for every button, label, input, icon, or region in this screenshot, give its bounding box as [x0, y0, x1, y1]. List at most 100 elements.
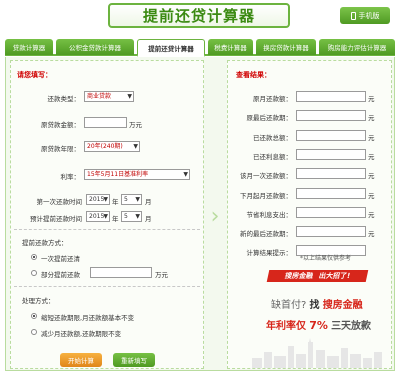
- chevron-down-icon: ▼: [103, 213, 108, 220]
- divider: [14, 286, 200, 287]
- result-unit: 元: [368, 114, 375, 122]
- result-label: 原最后还款期：: [246, 114, 293, 122]
- loan-type-label: 还款类型：: [47, 95, 81, 103]
- first-repay-year-select[interactable]: 2015 ▼: [86, 194, 110, 205]
- tab-label: 公积金贷款计算器: [69, 44, 121, 52]
- year-unit: 年: [112, 215, 119, 223]
- partial-prepay-unit: 万元: [155, 271, 168, 279]
- ad-line-2: 年利率仅 7% 三天放款: [266, 317, 371, 332]
- original-amount-label: 原贷款金额：: [41, 121, 80, 129]
- original-term-value: 20年(240期): [87, 143, 123, 150]
- ad-line1-a: 缺首付?: [271, 300, 307, 311]
- tab-housing-fund-calculator[interactable]: 公积金贷款计算器: [56, 39, 134, 55]
- month-unit: 月: [145, 198, 152, 206]
- month-value: 5: [124, 196, 128, 203]
- first-repay-month-select[interactable]: 5 ▼: [121, 194, 142, 205]
- result-label: 下月起月还款额：: [240, 192, 292, 200]
- result-label: 原月还款额：: [253, 95, 292, 103]
- original-amount-unit: 万元: [129, 121, 142, 129]
- result-field[interactable]: [296, 149, 366, 160]
- tab-label: 提前还贷计算器: [148, 44, 194, 53]
- calculator-tabs: 贷款计算器 公积金贷款计算器 提前还贷计算器 税费计算器 换房贷款计算器 购房能…: [5, 39, 395, 57]
- partial-prepay-label: 部分提前还款: [41, 271, 80, 279]
- radio-full-prepay[interactable]: [31, 254, 37, 260]
- mobile-version-label: 手机版: [358, 11, 380, 20]
- result-unit: 元: [368, 95, 375, 103]
- divider: [14, 229, 200, 230]
- partial-prepay-amount-input[interactable]: [90, 267, 152, 278]
- result-unit: 元: [368, 211, 375, 219]
- chevron-down-icon: ▼: [133, 143, 138, 150]
- tab-tax-calculator[interactable]: 税费计算器: [208, 39, 253, 55]
- result-field[interactable]: [296, 168, 366, 179]
- tab-house-swap-calculator[interactable]: 换房贷款计算器: [256, 39, 316, 55]
- month-value: 5: [124, 213, 128, 220]
- start-calculation-button[interactable]: 开始计算: [60, 353, 102, 367]
- tab-label: 税费计算器: [214, 44, 247, 52]
- reduce-payment-label: 减少月还款额,还款期限不变: [41, 330, 122, 338]
- results-section-title: 查看结果：: [236, 71, 271, 79]
- tab-prepayment-calculator[interactable]: 提前还贷计算器: [137, 39, 205, 57]
- result-unit: 元: [368, 134, 375, 142]
- result-label: 该月一次还款额：: [240, 172, 292, 180]
- result-field[interactable]: [296, 207, 366, 218]
- original-term-label: 原贷款年限：: [41, 145, 80, 153]
- rate-value: 15年5月11日基准利率: [87, 171, 149, 178]
- result-field[interactable]: [296, 130, 366, 141]
- ad-banner-slogan: 出大招了!: [318, 272, 351, 280]
- prepay-method-label: 提前还款方式：: [22, 239, 68, 247]
- tab-affordability-calculator[interactable]: 购房能力评估计算器: [319, 39, 395, 55]
- tab-label: 换房贷款计算器: [263, 44, 309, 52]
- month-unit: 月: [145, 215, 152, 223]
- result-label: 计算结果提示：: [246, 249, 293, 257]
- shorten-term-label: 缩短还款期限,月还款额基本不变: [41, 314, 135, 322]
- planned-prepay-time-label: 预计提前还款时间: [30, 215, 82, 223]
- result-label: 新的最后还款期：: [240, 230, 292, 238]
- handling-label: 处理方式：: [22, 297, 55, 305]
- rate-select[interactable]: 15年5月11日基准利率 ▼: [84, 169, 190, 180]
- page-title: 提前还贷计算器: [108, 3, 290, 28]
- chevron-down-icon: ▼: [135, 213, 140, 220]
- tab-label: 购房能力评估计算器: [327, 44, 387, 52]
- ad-banner-brand: 搜房金融: [284, 272, 314, 280]
- planned-prepay-year-select[interactable]: 2015 ▼: [86, 211, 110, 222]
- result-field[interactable]: [296, 110, 366, 121]
- ad-banner[interactable]: 搜房金融 出大招了!: [266, 270, 369, 282]
- radio-partial-prepay[interactable]: [31, 270, 37, 276]
- results-note: *以上结果仅供参考: [300, 255, 352, 262]
- first-repay-time-label: 第一次还款时间: [36, 198, 83, 206]
- result-field[interactable]: [296, 188, 366, 199]
- year-unit: 年: [112, 198, 119, 206]
- planned-prepay-month-select[interactable]: 5 ▼: [121, 211, 142, 222]
- radio-reduce-payment[interactable]: [31, 329, 37, 335]
- reset-button[interactable]: 重新填写: [113, 353, 155, 367]
- original-term-select[interactable]: 20年(240期) ▼: [84, 141, 140, 152]
- ad-line-1: 缺首付? 找 搜房金融: [271, 296, 363, 311]
- original-amount-input[interactable]: [84, 117, 127, 128]
- city-skyline-image: [252, 338, 382, 368]
- ad-line2-a: 年利率仅: [266, 321, 306, 332]
- ad-line1-b: 找: [309, 300, 320, 311]
- ad-line1-brand: 搜房金融: [322, 300, 363, 311]
- year-value: 2015: [89, 213, 105, 220]
- mobile-version-button[interactable]: 手机版: [340, 7, 390, 24]
- result-unit: 元: [368, 192, 375, 200]
- result-field[interactable]: [296, 91, 366, 102]
- result-label: 已还款总额：: [253, 134, 292, 142]
- loan-type-select[interactable]: 商业贷款 ▼: [84, 91, 134, 102]
- result-unit: 元: [368, 153, 375, 161]
- chevron-down-icon: ▼: [127, 93, 132, 100]
- chevron-down-icon: ▼: [103, 196, 108, 203]
- result-field[interactable]: [296, 226, 366, 237]
- tab-loan-calculator[interactable]: 贷款计算器: [5, 39, 53, 55]
- arrow-right-icon: ›: [210, 204, 220, 229]
- radio-shorten-term[interactable]: [31, 313, 37, 319]
- form-section-title: 请您填写：: [17, 71, 52, 79]
- result-unit: 元: [368, 172, 375, 180]
- phone-icon: [350, 11, 356, 20]
- page-title-text: 提前还贷计算器: [142, 7, 255, 25]
- tab-label: 贷款计算器: [12, 44, 46, 52]
- result-label: 已还利息额：: [253, 153, 292, 161]
- result-unit: 元: [368, 230, 375, 238]
- rate-label: 利率：: [60, 173, 81, 181]
